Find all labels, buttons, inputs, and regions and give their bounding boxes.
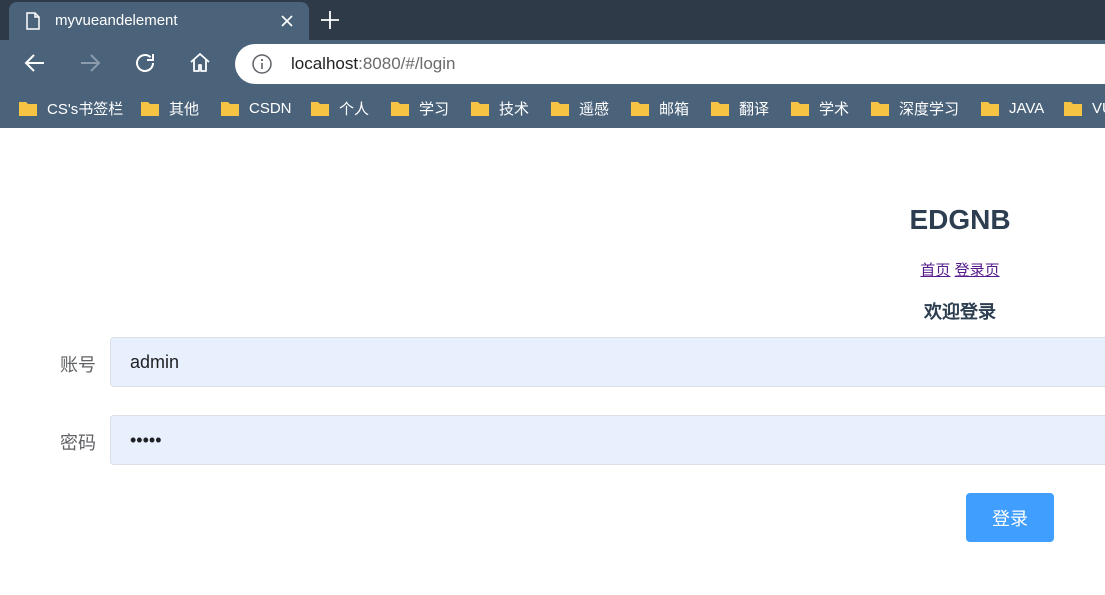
bookmark-label: CSDN xyxy=(249,99,292,117)
bookmark-folder[interactable]: 深度学习 xyxy=(870,96,959,120)
login-button[interactable]: 登录 xyxy=(966,493,1054,542)
folder-icon xyxy=(631,101,649,116)
login-page: EDGNB 首页 登录页 欢迎登录 账号 admin 密码 ••••• 登录 xyxy=(0,128,1105,595)
forward-icon[interactable] xyxy=(77,50,103,76)
folder-icon xyxy=(551,101,569,116)
bookmark-folder[interactable]: JAVA xyxy=(980,96,1044,120)
folder-icon xyxy=(19,101,37,116)
bookmark-label: 遥感 xyxy=(579,100,610,118)
bookmark-folder[interactable]: 邮箱 xyxy=(630,96,689,120)
url-path: :8080/#/login xyxy=(358,54,456,73)
bookmark-label: 邮箱 xyxy=(659,100,690,118)
bookmark-label: JAVA xyxy=(1009,99,1045,117)
bookmark-label: 其他 xyxy=(169,100,200,118)
nav-link-login[interactable]: 登录页 xyxy=(955,262,1000,279)
bookmark-label: 深度学习 xyxy=(899,100,960,118)
bookmark-folder[interactable]: CS's书签栏 xyxy=(18,96,123,120)
account-input[interactable]: admin xyxy=(110,337,1105,387)
bookmark-label: VUE xyxy=(1092,99,1105,117)
bookmark-folder[interactable]: CSDN xyxy=(220,96,292,120)
folder-icon xyxy=(141,101,159,116)
bookmark-folder[interactable]: 其他 xyxy=(140,96,199,120)
browser-toolbar: localhost:8080/#/login xyxy=(0,40,1105,88)
url-text: localhost:8080/#/login xyxy=(291,54,455,74)
folder-icon xyxy=(791,101,809,116)
bookmark-label: 翻译 xyxy=(739,100,770,118)
bookmark-folder[interactable]: 遥感 xyxy=(550,96,609,120)
bookmark-folder[interactable]: 学习 xyxy=(390,96,449,120)
bookmark-folder[interactable]: 翻译 xyxy=(710,96,769,120)
bookmark-folder[interactable]: 个人 xyxy=(310,96,369,120)
tab-title: myvueandelement xyxy=(55,12,178,29)
tab-strip: myvueandelement xyxy=(0,0,1105,40)
browser-tab[interactable]: myvueandelement xyxy=(9,2,309,40)
folder-icon xyxy=(311,101,329,116)
folder-icon xyxy=(221,101,239,116)
welcome-heading: 欢迎登录 xyxy=(924,302,996,322)
password-label: 密码 xyxy=(60,433,96,453)
bookmark-folder[interactable]: VUE xyxy=(1063,96,1105,120)
bookmark-label: 个人 xyxy=(339,100,370,118)
account-label: 账号 xyxy=(60,355,96,375)
reload-icon[interactable] xyxy=(132,50,158,76)
folder-icon xyxy=(871,101,889,116)
url-host: localhost xyxy=(291,54,359,73)
folder-icon xyxy=(391,101,409,116)
password-input[interactable]: ••••• xyxy=(110,415,1105,465)
nav-link-home[interactable]: 首页 xyxy=(920,262,950,279)
address-bar[interactable]: localhost:8080/#/login xyxy=(235,44,1105,84)
bookmark-folder[interactable]: 技术 xyxy=(470,96,529,120)
folder-icon xyxy=(981,101,999,116)
new-tab-icon[interactable] xyxy=(318,8,342,32)
bookmark-label: CS's书签栏 xyxy=(47,100,124,118)
bookmarks-bar: CS's书签栏 其他 CSDN 个人 学习 技术 遥感 邮箱 翻译 学术 深度学… xyxy=(0,88,1105,128)
folder-icon xyxy=(711,101,729,116)
bookmark-label: 学术 xyxy=(819,100,850,118)
nav-links: 首页 登录页 xyxy=(860,259,1060,280)
back-icon[interactable] xyxy=(22,50,48,76)
bookmark-label: 学习 xyxy=(419,100,450,118)
bookmark-folder[interactable]: 学术 xyxy=(790,96,849,120)
info-icon[interactable] xyxy=(251,53,273,75)
close-tab-icon[interactable] xyxy=(277,11,297,31)
bookmark-label: 技术 xyxy=(499,100,530,118)
folder-icon xyxy=(471,101,489,116)
page-title: EDGNB xyxy=(909,204,1011,235)
home-icon[interactable] xyxy=(187,50,213,76)
folder-icon xyxy=(1064,101,1082,116)
document-icon xyxy=(26,12,40,30)
